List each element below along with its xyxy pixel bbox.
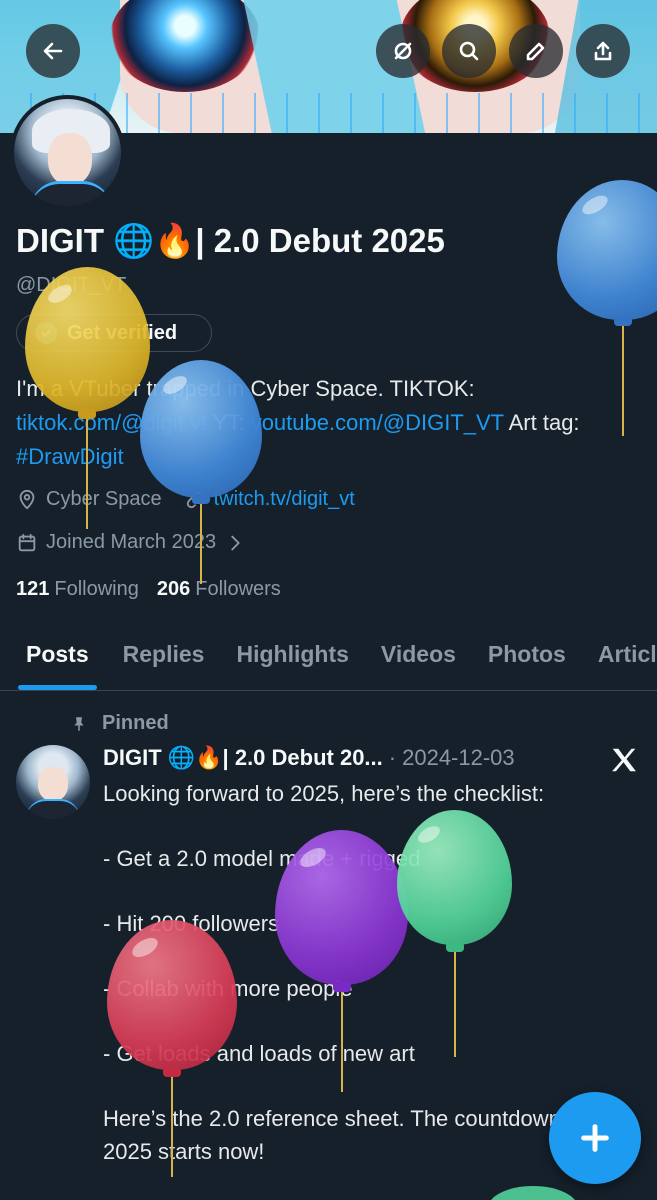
- tab-posts[interactable]: Posts: [18, 618, 97, 690]
- post-author-avatar[interactable]: [16, 745, 90, 819]
- profile-tabs: Posts Replies Highlights Videos Photos A…: [0, 618, 657, 691]
- profile-avatar[interactable]: [10, 95, 125, 210]
- tab-highlights[interactable]: Highlights: [236, 618, 348, 690]
- post-line: - Get a 2.0 model made + rigged: [103, 846, 421, 871]
- post-date[interactable]: 2024-12-03: [402, 745, 515, 771]
- profile-meta-row: Cyber Space twitch.tv/digit_vt: [16, 488, 355, 511]
- pin-icon: [74, 716, 84, 731]
- verified-badge-icon: [35, 322, 57, 344]
- follow-stats: 121 Following 206 Followers: [16, 578, 281, 601]
- grok-icon: [394, 42, 412, 60]
- edit-icon: [526, 42, 545, 61]
- post-text: Looking forward to 2025, here’s the chec…: [103, 778, 633, 1168]
- arrow-left-icon: [43, 42, 63, 60]
- bio-text: YT:: [207, 410, 251, 435]
- post-author-name[interactable]: DIGIT 🌐🔥| 2.0 Debut 20...: [103, 745, 383, 771]
- followers-link[interactable]: 206 Followers: [157, 578, 281, 601]
- search-icon: [459, 41, 479, 61]
- profile-joined[interactable]: Joined March 2023: [16, 531, 246, 554]
- avatar-face: [38, 767, 68, 801]
- get-verified-label: Get verified: [67, 321, 178, 344]
- x-logo-icon: [609, 745, 639, 775]
- following-count: 121: [16, 578, 50, 600]
- profile-website-link[interactable]: twitch.tv/digit_vt: [214, 488, 355, 511]
- post-separator: ·: [388, 745, 397, 770]
- link-icon: [186, 491, 203, 508]
- chevron-right-icon: [231, 535, 240, 550]
- edit-button[interactable]: [509, 24, 563, 78]
- search-button[interactable]: [442, 24, 496, 78]
- post-header: DIGIT 🌐🔥| 2.0 Debut 20... · 2024-12-03: [103, 745, 515, 771]
- post-line-blank: [103, 1071, 633, 1104]
- share-icon: [594, 41, 612, 61]
- followers-label: Followers: [195, 578, 281, 600]
- profile-location: Cyber Space: [46, 488, 162, 510]
- back-button[interactable]: [26, 24, 80, 78]
- compose-post-button[interactable]: [549, 1092, 641, 1184]
- avatar-coat: [26, 799, 80, 819]
- avatar-coat: [30, 181, 112, 206]
- post-line-blank: [103, 1006, 633, 1039]
- bio-text: I'm a VTuber trapped in Cyber Space. TIK…: [16, 376, 475, 401]
- post-line: - Get loads and loads of new art: [103, 1041, 415, 1066]
- tiktok-link[interactable]: tiktok.com/@digit.vt: [16, 410, 207, 435]
- joined-date: Joined March 2023: [46, 531, 217, 553]
- profile-bio: I'm a VTuber trapped in Cyber Space. TIK…: [16, 372, 646, 474]
- post-line-blank: [103, 876, 633, 909]
- post-line: - Hit 200 followers: [103, 911, 280, 936]
- post-line-blank: [103, 941, 633, 974]
- avatar-face: [48, 133, 92, 185]
- grok-button[interactable]: [376, 24, 430, 78]
- profile-handle: @DIGIT_VT: [16, 274, 127, 296]
- pinned-label: Pinned: [102, 712, 169, 734]
- tab-articles[interactable]: Articles: [598, 618, 657, 690]
- bio-text: Art tag:: [503, 410, 580, 435]
- followers-count: 206: [156, 578, 191, 600]
- share-button[interactable]: [576, 24, 630, 78]
- tab-videos[interactable]: Videos: [381, 618, 456, 690]
- pinned-indicator: Pinned: [70, 712, 169, 735]
- youtube-link[interactable]: youtube.com/@DIGIT_VT: [251, 410, 504, 435]
- calendar-icon: [18, 533, 36, 551]
- tab-replies[interactable]: Replies: [123, 618, 205, 690]
- tab-photos[interactable]: Photos: [488, 618, 566, 690]
- following-link[interactable]: 121 Following: [16, 578, 139, 601]
- post-line: Looking forward to 2025, here’s the chec…: [103, 781, 545, 806]
- get-verified-button[interactable]: Get verified: [16, 314, 212, 352]
- profile-name: DIGIT 🌐🔥| 2.0 Debut 2025: [16, 222, 445, 259]
- hashtag-link[interactable]: #DrawDigit: [16, 444, 124, 469]
- post-line: - Collab with more people: [103, 976, 353, 1001]
- plus-icon: [581, 1124, 609, 1152]
- post-line-blank: [103, 811, 633, 844]
- location-pin-icon: [19, 489, 35, 509]
- following-label: Following: [54, 578, 139, 600]
